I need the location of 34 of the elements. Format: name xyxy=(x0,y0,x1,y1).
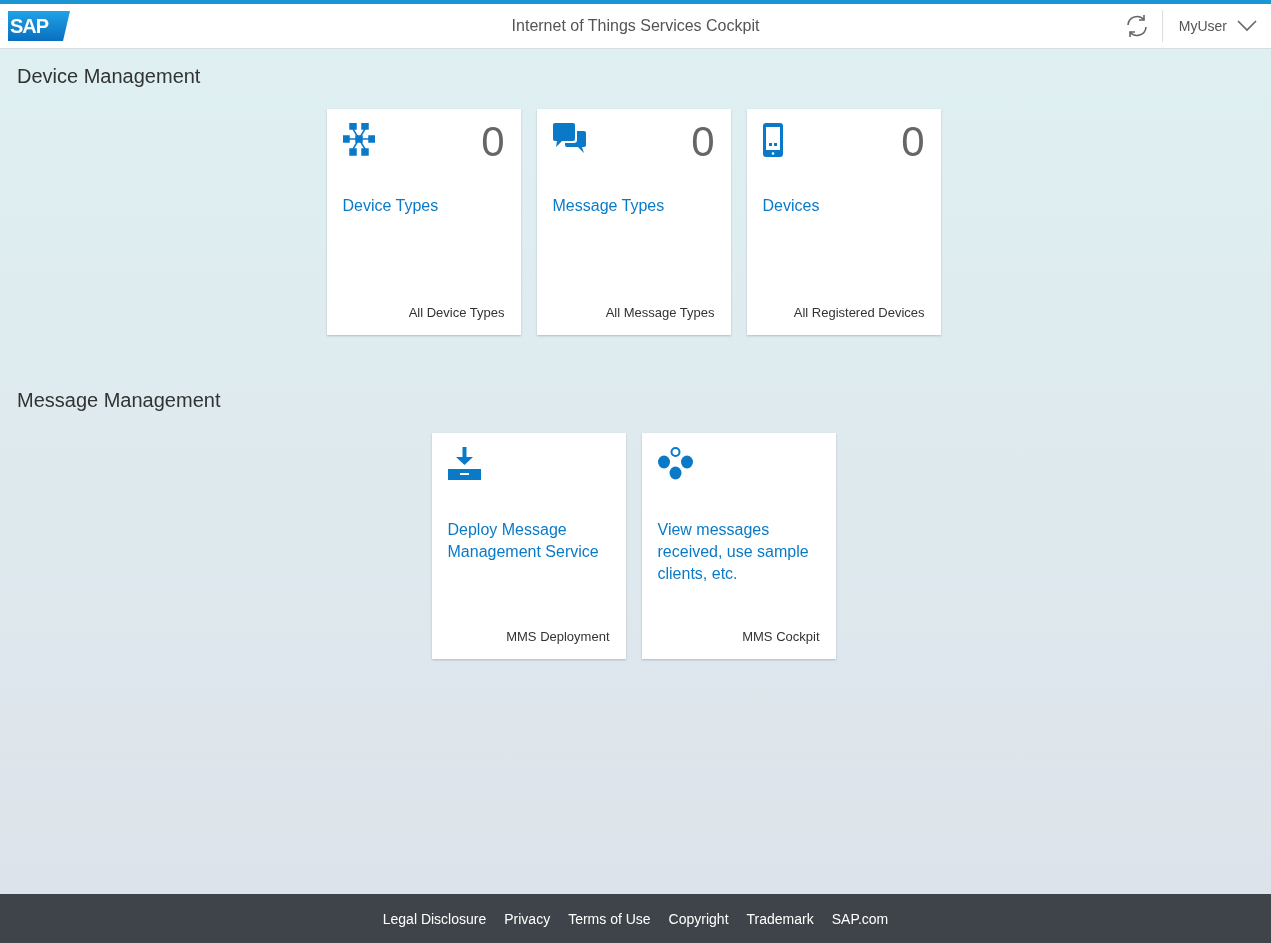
tile[interactable]: 0 Device Types All Device Types xyxy=(326,109,521,335)
tile-count: 0 xyxy=(691,122,715,162)
tile[interactable]: View messages received, use sample clients, etc. MMS Cockpit xyxy=(641,433,836,659)
tile-title: Devices xyxy=(762,196,821,216)
chevron-down-icon[interactable] xyxy=(1237,20,1257,32)
tile-title: Device Types xyxy=(342,196,440,216)
footer-link[interactable]: Terms of Use xyxy=(568,910,651,927)
footer-link[interactable]: Legal Disclosure xyxy=(382,910,487,927)
network-icon xyxy=(342,123,375,157)
mobile-phone-icon xyxy=(762,123,783,157)
tile-footer: MMS Deployment xyxy=(447,629,610,644)
tile-title: View messages received, use sample clients, etc. xyxy=(657,520,810,584)
tile[interactable]: 0 Devices All Registered Devices xyxy=(746,109,941,335)
footer-link[interactable]: SAP.com xyxy=(831,910,889,927)
dots-cluster-icon xyxy=(657,447,693,480)
app-title: Internet of Things Services Cockpit xyxy=(511,17,760,35)
tile[interactable]: Deploy Message Management Service MMS Deployment xyxy=(431,433,626,659)
footer-link[interactable]: Trademark xyxy=(746,910,814,927)
tile-footer: All Registered Devices xyxy=(762,305,925,320)
section-title: Message Management xyxy=(17,389,222,412)
tile-title: Deploy Message Management Service xyxy=(447,520,600,562)
tile-title: Message Types xyxy=(552,196,666,216)
tile-footer: All Message Types xyxy=(552,305,715,320)
section-title: Device Management xyxy=(17,65,202,88)
footer-link[interactable]: Privacy xyxy=(504,910,551,927)
tile-count: 0 xyxy=(481,122,505,162)
footer-link[interactable]: Copyright xyxy=(668,910,729,927)
user-menu[interactable]: MyUser xyxy=(1178,18,1237,34)
tile-footer: MMS Cockpit xyxy=(657,629,820,644)
tile-footer: All Device Types xyxy=(342,305,505,320)
sap-logo: SAP xyxy=(8,11,70,41)
tile[interactable]: 0 Message Types All Message Types xyxy=(536,109,731,335)
tile-count: 0 xyxy=(901,122,925,162)
download-tray-icon xyxy=(447,447,481,480)
